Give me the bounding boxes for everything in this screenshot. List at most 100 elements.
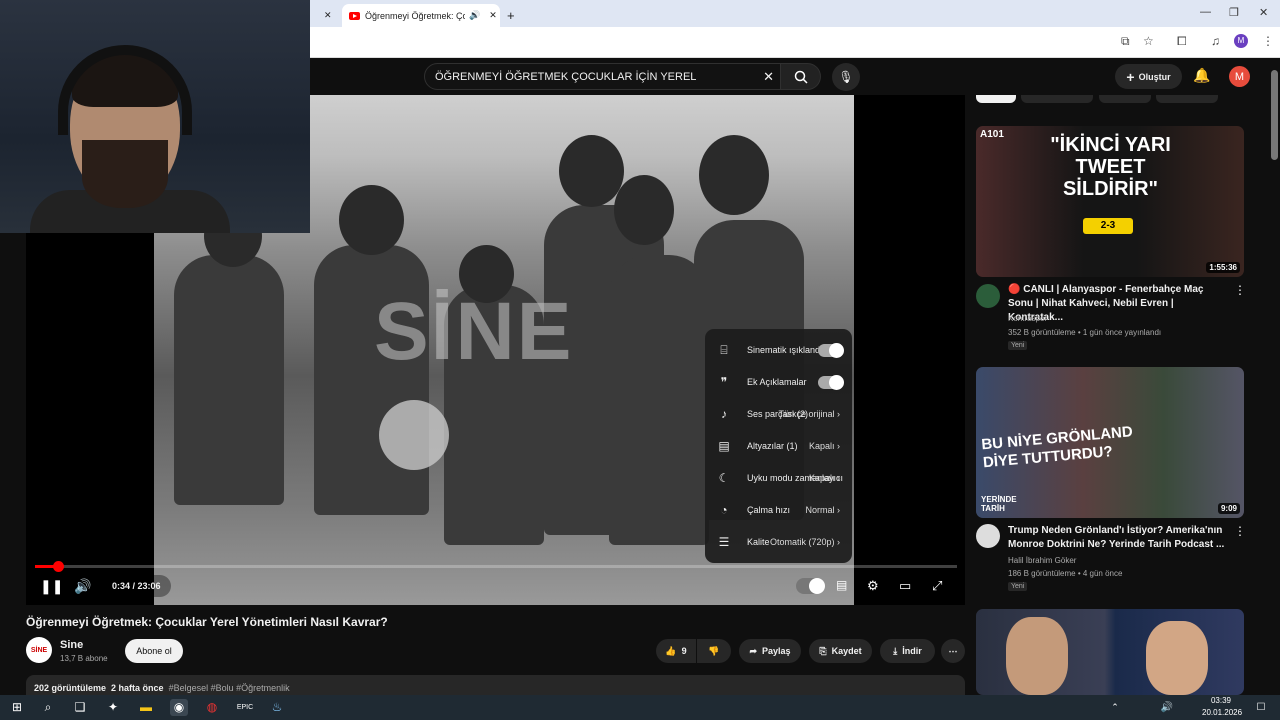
recommendation-thumbnail[interactable] (976, 609, 1244, 695)
install-app-icon[interactable]: ⧉ (1121, 34, 1130, 49)
media-control-icon[interactable]: ♫ (1211, 34, 1220, 48)
progress-bar[interactable] (35, 561, 957, 572)
minimize-icon[interactable]: — (1200, 6, 1211, 18)
notification-center-icon[interactable]: ☐ (1252, 699, 1270, 716)
browser-menu-icon[interactable]: ⋮ (1262, 34, 1274, 48)
settings-label: Çalma hızı (747, 505, 791, 515)
tab-close-icon[interactable]: ✕ (324, 10, 332, 21)
settings-label: Ek Açıklamalar (747, 377, 807, 387)
steam-icon[interactable]: ♨ (268, 699, 286, 716)
channel-avatar[interactable]: SİNE (26, 637, 52, 663)
more-options-icon[interactable]: ⋮ (1234, 283, 1246, 297)
taskbar-time[interactable]: 03:39 (1206, 696, 1236, 705)
pause-icon[interactable]: ❚❚ (40, 578, 63, 595)
search-input[interactable]: ÖĞRENMEYİ ÖĞRETMEK ÇOCUKLAR İÇİN YEREL ✕ (424, 63, 781, 90)
recommendation-channel[interactable]: Kontraspor (1008, 314, 1047, 323)
share-label: Paylaş (762, 646, 791, 656)
cinematic-lighting-icon: ⌸ (720, 342, 728, 357)
create-button[interactable]: + Oluştur (1115, 64, 1182, 89)
more-dots-icon: ⋯ (948, 645, 958, 656)
subscribe-button[interactable]: Abone ol (125, 639, 183, 663)
download-button[interactable]: ⤓ İndir (880, 639, 935, 663)
recommendation-title[interactable]: Trump Neden Grönland'ı İstiyor? Amerika'… (1008, 524, 1230, 552)
save-button[interactable]: ⎘ Kaydet (809, 639, 872, 663)
video-duration: 1:55:36 (1206, 262, 1240, 273)
channel-avatar[interactable] (976, 284, 1000, 308)
search-icon[interactable]: ⌕ (39, 699, 57, 716)
recommendation-meta: 186 B görüntüleme • 4 gün önce (1008, 569, 1123, 578)
settings-annotations[interactable]: ❞ Ek Açıklamalar (705, 366, 852, 398)
close-window-icon[interactable]: ✕ (1259, 6, 1268, 19)
restore-icon[interactable]: ❐ (1229, 6, 1239, 19)
video-duration: 9:09 (1217, 503, 1240, 514)
settings-gear-icon[interactable]: ⚙ (867, 578, 879, 594)
windows-start-icon[interactable]: ⊞ (8, 699, 26, 716)
headphones-icon (58, 45, 192, 135)
chip[interactable] (1021, 95, 1093, 103)
extensions-icon[interactable]: ⧠ (1177, 34, 1187, 49)
more-options-icon[interactable]: ⋮ (1234, 524, 1246, 538)
settings-value: Otomatik (720p) › (769, 537, 840, 547)
recommendation-thumbnail[interactable]: BU NİYE GRÖNLAND DİYE TUTTURDU? YERİNDE … (976, 367, 1244, 518)
download-icon: ⤓ (893, 645, 898, 656)
epic-games-icon[interactable]: EPIC (236, 699, 254, 716)
view-count: 202 görüntüleme (34, 683, 107, 693)
tray-chevron-icon[interactable]: ⌃ (1106, 699, 1124, 716)
fullscreen-icon[interactable]: ⤢ (932, 578, 942, 594)
settings-sleep-timer[interactable]: ☾ Uyku modu zamanlayıcı Kapalı › (705, 462, 852, 494)
search-button[interactable] (781, 63, 821, 90)
file-explorer-icon[interactable]: ▬ (137, 699, 155, 716)
chip[interactable] (1099, 95, 1151, 103)
subscriber-count: 13,7 B abone (60, 654, 108, 663)
channel-name[interactable]: Sine (60, 639, 83, 651)
voice-search-button[interactable]: 🎙 (832, 63, 860, 91)
scrubber-handle[interactable] (53, 561, 65, 572)
tab-audio-icon[interactable]: 🔊 (469, 10, 480, 21)
recommendation-thumbnail[interactable]: A101 "İKİNCİ YARI TWEET SİLDİRİR" 2-3 1:… (976, 126, 1244, 277)
notifications-bell-icon[interactable]: 🔔 (1193, 67, 1210, 84)
theater-mode-icon[interactable]: ▭ (899, 578, 911, 594)
volume-icon[interactable]: 🔊 (74, 578, 91, 595)
settings-subtitles[interactable]: ▤ Altyazılar (1) Kapalı › (705, 430, 852, 462)
youtube-favicon-icon (349, 11, 360, 20)
recommendation-channel[interactable]: Halil İbrahim Göker (1008, 556, 1076, 565)
create-label: Oluştur (1138, 71, 1171, 82)
bookmark-star-icon[interactable]: ☆ (1143, 34, 1154, 48)
audio-track-icon: ♪ (721, 407, 727, 421)
settings-value: Türkçe orijinal › (778, 409, 840, 419)
plus-icon: + (1126, 68, 1135, 85)
save-label: Kaydet (831, 646, 862, 656)
share-button[interactable]: ➦ Paylaş (739, 639, 801, 663)
clear-search-icon[interactable]: ✕ (763, 69, 774, 85)
chip[interactable] (1156, 95, 1218, 103)
recording-app-icon[interactable]: ◍ (203, 699, 221, 716)
more-actions-button[interactable]: ⋯ (941, 639, 965, 663)
cinematic-lighting-toggle[interactable] (818, 342, 844, 358)
page-scrollbar[interactable] (1271, 70, 1278, 160)
subtitles-icon: ▤ (718, 439, 730, 453)
annotations-toggle[interactable] (818, 374, 844, 390)
settings-quality[interactable]: ☰ Kalite Otomatik (720p) › (705, 526, 852, 558)
tray-volume-icon[interactable]: 🔊 (1158, 699, 1176, 716)
browser-tab-active[interactable]: Öğrenmeyi Öğretmek: Çocu 🔊 ✕ (342, 4, 500, 27)
settings-playback-speed[interactable]: ◔ Çalma hızı Normal › (705, 494, 852, 526)
task-view-icon[interactable]: ❑ (71, 699, 89, 716)
subtitles-icon[interactable]: ▤ (836, 578, 847, 592)
settings-cinematic-lighting[interactable]: ⌸ Sinematik ışıklandırma (705, 334, 852, 366)
taskbar-date[interactable]: 20.01.2026 (1202, 708, 1242, 717)
dislike-button[interactable]: 👎 (697, 639, 731, 663)
copilot-icon[interactable]: ✦ (104, 699, 122, 716)
settings-value: Normal › (805, 505, 840, 515)
chip[interactable] (976, 95, 1016, 103)
account-avatar[interactable]: M (1229, 66, 1250, 87)
settings-audio-track[interactable]: ♪ Ses parçası (2) Türkçe orijinal › (705, 398, 852, 430)
chrome-icon[interactable]: ◉ (170, 699, 188, 716)
new-tab-button[interactable]: + (507, 4, 515, 27)
hashtags[interactable]: #Belgesel #Bolu #Öğretmenlik (169, 683, 290, 693)
tab-close-icon[interactable]: ✕ (489, 10, 497, 21)
channel-avatar[interactable] (976, 524, 1000, 548)
thumb-brand: YERİNDE TARİH (981, 495, 1017, 513)
like-button[interactable]: 👍 9 (656, 639, 696, 663)
settings-menu: ⌸ Sinematik ışıklandırma ❞ Ek Açıklamala… (705, 329, 852, 563)
profile-avatar[interactable]: M (1234, 34, 1248, 48)
